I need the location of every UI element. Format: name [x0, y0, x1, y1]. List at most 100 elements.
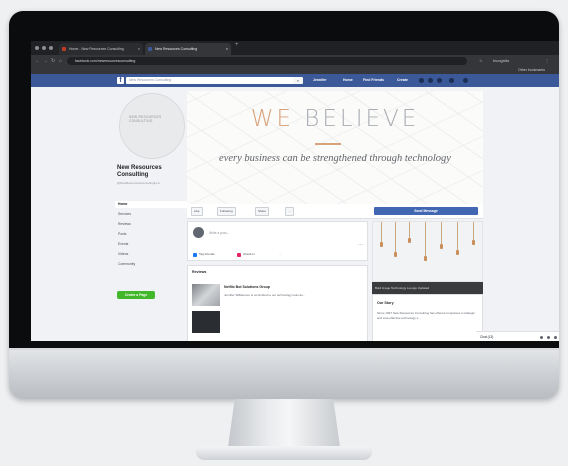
chat-bar[interactable]: Chat (13)	[476, 331, 559, 341]
pendant-bead	[380, 242, 383, 247]
left-nav-community[interactable]: Community	[115, 261, 187, 268]
cover-headline-we: WE	[250, 106, 294, 132]
nav-home[interactable]: Home	[343, 78, 353, 82]
pendant-string	[441, 222, 442, 244]
url-bar[interactable]: facebook.com/newresourcesconsulting	[67, 57, 467, 65]
new-tab-button[interactable]: +	[235, 42, 239, 48]
cover-divider	[315, 143, 341, 145]
tab-home[interactable]: Home - New Resources Consulting ×	[59, 43, 143, 55]
page-left-column: NEW RESOURCES CONSULTING New Resources C…	[115, 91, 187, 341]
nav-create[interactable]: Create	[397, 78, 408, 82]
chat-settings-icon[interactable]	[547, 335, 550, 339]
review-title[interactable]: Netflix Bot Solutions Group	[224, 285, 270, 289]
search-icon[interactable]: ⌕	[293, 77, 303, 84]
monitor-chin	[9, 348, 559, 399]
forward-icon[interactable]: →	[43, 58, 48, 64]
star-icon[interactable]: ☆	[479, 58, 483, 63]
review-thumbnail[interactable]	[192, 284, 220, 306]
facebook-logo-icon[interactable]: f	[117, 77, 124, 84]
friend-requests-icon[interactable]	[419, 78, 424, 83]
favicon-icon	[62, 47, 66, 51]
back-icon[interactable]: ←	[35, 58, 40, 64]
account-label[interactable]: Incognito	[493, 58, 509, 63]
story-text: Since 1997 New Resources Consulting has …	[377, 311, 475, 320]
compose-chat-icon[interactable]	[540, 335, 543, 339]
window-controls	[35, 46, 53, 50]
tab-facebook-page[interactable]: New Resources Consulting ×	[145, 43, 231, 55]
page-title[interactable]: New Resources Consulting	[117, 165, 187, 179]
composer-menu-icon[interactable]: ···	[358, 242, 363, 248]
chat-label: Chat (13)	[480, 335, 494, 339]
tag-friends-icon	[193, 252, 197, 257]
review-thumbnail[interactable]	[192, 311, 220, 333]
send-message-button[interactable]: Send Message	[374, 207, 478, 215]
facebook-favicon-icon	[148, 47, 152, 51]
pendant-bead	[424, 256, 427, 261]
reviews-card: Reviews Netflix Bot Solutions Group Jenn…	[187, 265, 368, 341]
monitor-scene: { "browser": { "tabs": [ {"label": "Home…	[0, 0, 568, 466]
cover-photo[interactable]: WE BELIEVE every business can be strengt…	[187, 91, 483, 204]
pendant-bead	[440, 244, 443, 249]
page-profile-picture[interactable]	[119, 93, 185, 159]
close-window-button[interactable]	[35, 46, 39, 50]
check-in-button[interactable]: Check In	[236, 251, 255, 258]
our-story-card: Our Story Since 1997 New Resources Consu…	[372, 294, 483, 341]
messenger-icon[interactable]	[428, 78, 433, 83]
browser-tab-strip: Home - New Resources Consulting × New Re…	[31, 41, 559, 55]
chip-label: Check In	[243, 252, 255, 256]
pendant-string	[381, 222, 382, 242]
like-button[interactable]: Like	[191, 207, 203, 216]
nav-find-friends[interactable]: Find Friends	[363, 78, 384, 82]
more-actions-button[interactable]: ···	[285, 207, 294, 216]
close-tab-icon[interactable]: ×	[226, 43, 228, 55]
story-heading: Our Story	[377, 301, 394, 305]
pendant-bead	[408, 238, 411, 243]
pendant-string	[457, 222, 458, 250]
bookmarks-bar: Other bookmarks	[31, 67, 559, 74]
create-page-button[interactable]: Create a Page	[117, 291, 155, 299]
monitor: Home - New Resources Consulting × New Re…	[9, 11, 559, 399]
following-button[interactable]: Following	[217, 207, 236, 216]
composer-more-button[interactable]: ···	[272, 251, 282, 258]
address-row: ← → ↻ ⌂ facebook.com/newresourcesconsult…	[31, 55, 559, 67]
help-icon[interactable]	[449, 78, 454, 83]
tag-friends-button[interactable]: Tag Friends	[192, 251, 215, 258]
pendant-string	[473, 222, 474, 240]
account-menu-icon[interactable]	[463, 78, 468, 83]
avatar	[193, 227, 204, 238]
screen: Home - New Resources Consulting × New Re…	[31, 41, 559, 341]
notifications-icon[interactable]	[437, 78, 442, 83]
share-button[interactable]: Share	[255, 207, 270, 216]
monitor-stand-base	[196, 446, 372, 460]
composer-input[interactable]: Write a post...	[209, 231, 229, 235]
facebook-search-input[interactable]: New Resources Consulting	[126, 77, 294, 84]
cover-headline: WE BELIEVE	[187, 106, 483, 132]
maximize-window-button[interactable]	[49, 46, 53, 50]
pendant-string	[425, 222, 426, 256]
page-handle[interactable]: @NewResourcesConsultingLLC	[117, 181, 181, 185]
pendant-string	[395, 222, 396, 252]
menu-icon[interactable]: ⋮	[545, 58, 549, 63]
url-text: facebook.com/newresourcesconsulting	[75, 59, 136, 63]
page-action-row: Like Following Share ··· Send Message	[187, 204, 483, 219]
other-bookmarks[interactable]: Other bookmarks	[518, 68, 545, 72]
pendant-bead	[394, 252, 397, 257]
pendant-bead	[456, 250, 459, 255]
tab-label: New Resources Consulting	[155, 47, 198, 51]
chat-search-icon[interactable]	[554, 335, 557, 339]
left-nav-reviews[interactable]: Reviews	[115, 221, 187, 228]
left-nav-videos[interactable]: Videos	[115, 251, 187, 258]
left-nav-posts[interactable]: Posts	[115, 231, 187, 238]
close-tab-icon[interactable]: ×	[138, 43, 140, 55]
left-nav-services[interactable]: Services	[115, 211, 187, 218]
left-nav-events[interactable]: Events	[115, 241, 187, 248]
minimize-window-button[interactable]	[42, 46, 46, 50]
left-nav-home[interactable]: Home	[115, 201, 187, 208]
home-icon[interactable]: ⌂	[59, 58, 62, 64]
monitor-stand	[228, 399, 340, 447]
reload-icon[interactable]: ↻	[51, 58, 55, 64]
featured-photo[interactable]	[372, 221, 483, 282]
profile-logo-text: NEW RESOURCES CONSULTING	[129, 115, 162, 123]
review-text: Jennifer Williamson is committed to our …	[224, 293, 306, 297]
nav-profile[interactable]: Jennifer	[313, 78, 327, 82]
